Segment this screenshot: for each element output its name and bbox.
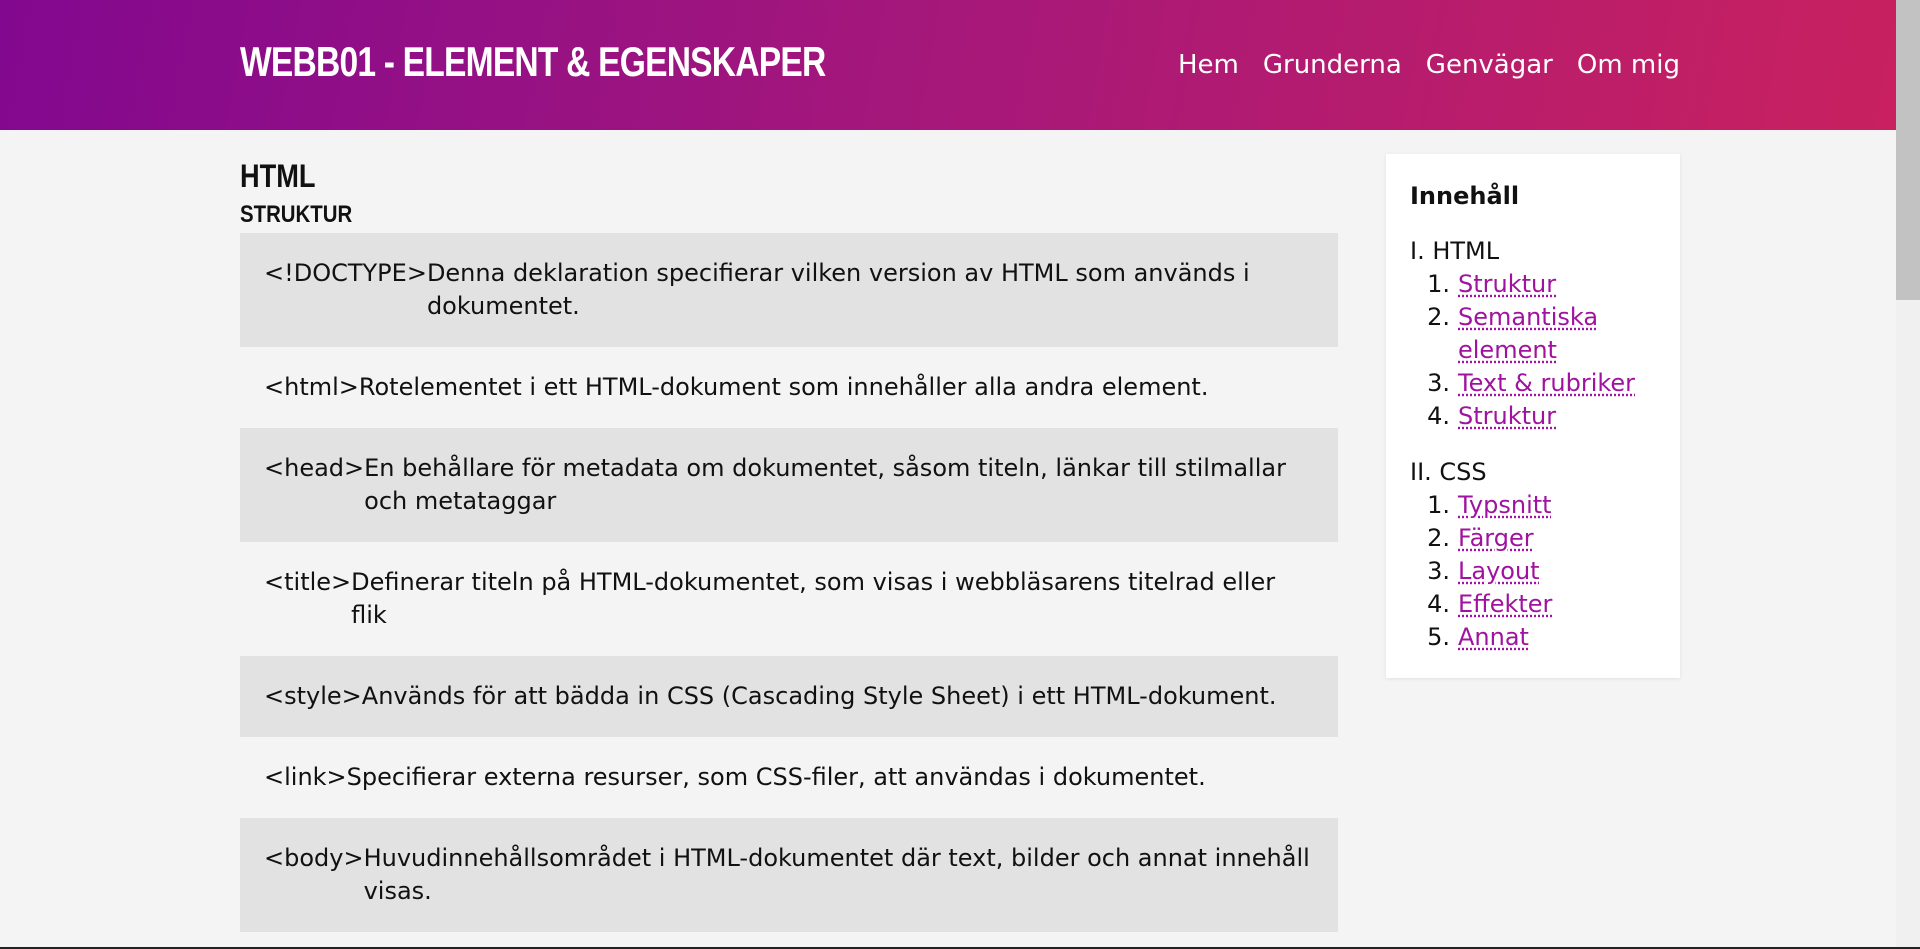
toc-item: 1. Typsnitt [1410,489,1656,522]
toc-link-struktur[interactable]: Struktur [1458,268,1556,301]
toc-item-number: 4. [1427,402,1450,430]
toc-item: 5. Annat [1410,621,1656,654]
nav-link-om-mig[interactable]: Om mig [1577,50,1680,80]
toc-item: 3. Layout [1410,555,1656,588]
element-tag: <style> [264,682,362,710]
element-description: Denna deklaration specifierar vilken ver… [426,259,1250,320]
toc-group-css: II. CSS 1. Typsnitt 2. Färger 3. Layout 4. E… [1410,456,1656,654]
main-nav: Hem Grunderna Genvägar Om mig [1178,50,1680,80]
toc-item: 3. Text & rubriker [1410,367,1656,400]
element-tag: <head> [264,454,365,482]
toc-link-text-rubriker[interactable]: Text & rubriker [1458,367,1635,400]
toc-title: Innehåll [1410,182,1520,210]
toc-link-semantiska-element[interactable]: Semantiska element [1458,301,1656,367]
toc-link-struktur-2[interactable]: Struktur [1458,400,1556,433]
element-description: Rotelementet i ett HTML-dokument som inn… [358,373,1209,401]
toc-link-layout[interactable]: Layout [1458,555,1540,588]
nav-link-grunderna[interactable]: Grunderna [1263,50,1402,80]
toc-item-number: 1. [1427,270,1450,298]
table-of-contents: Innehåll I. HTML 1. Struktur 2. Semantiska… [1386,154,1680,678]
sub-heading: STRUKTUR [240,201,353,228]
toc-items: 1. Typsnitt 2. Färger 3. Layout 4. Effekter … [1410,489,1656,654]
site-header: WEBB01 - ELEMENT & EGENSKAPER Hem Grunde… [0,0,1920,130]
toc-group-label: I. HTML [1410,237,1500,265]
toc-link-effekter[interactable]: Effekter [1458,588,1552,621]
element-tag: <title> [264,568,352,596]
toc-link-annat[interactable]: Annat [1458,621,1529,654]
toc-item: 4. Struktur [1410,400,1656,433]
element-description: Definerar titeln på HTML-dokumentet, som… [351,568,1276,629]
toc-items: 1. Struktur 2. Semantiska element 3. Text &… [1410,268,1656,433]
element-tag: <body> [264,844,364,872]
toc-item: 4. Effekter [1410,588,1656,621]
toc-item-number: 2. [1427,303,1450,331]
element-description: En behållare för metadata om dokumentet,… [364,454,1286,515]
scrollbar-thumb[interactable] [1896,0,1920,300]
element-description: Huvudinnehållsområdet i HTML-dokumentet … [363,844,1310,905]
toc-item-number: 2. [1427,524,1450,552]
element-row-style: <style> Används för att bädda in CSS (Ca… [240,656,1338,737]
toc-item-number: 3. [1427,557,1450,585]
element-row-head: <head> En behållare för metadata om doku… [240,428,1338,542]
main-content: HTML STRUKTUR <!DOCTYPE> Denna deklarati… [240,130,1338,932]
element-description: Specifierar externa resurser, som CSS-fi… [346,763,1206,791]
section-heading: HTML [240,158,316,194]
toc-item: 2. Semantiska element [1410,301,1656,367]
toc-group-html: I. HTML 1. Struktur 2. Semantiska element … [1410,235,1656,433]
nav-link-genvagar[interactable]: Genvägar [1426,50,1553,80]
element-row-link: <link> Specifierar externa resurser, som… [240,737,1338,818]
toc-item-number: 1. [1427,491,1450,519]
nav-link-hem[interactable]: Hem [1178,50,1239,80]
element-row-body: <body> Huvudinnehållsområdet i HTML-doku… [240,818,1338,932]
element-tag: <link> [264,763,347,791]
element-row-doctype: <!DOCTYPE> Denna deklaration specifierar… [240,233,1338,347]
element-tag: <!DOCTYPE> [264,259,427,287]
toc-item-number: 4. [1427,590,1450,618]
toc-item-number: 5. [1427,623,1450,651]
element-row-html: <html> Rotelementet i ett HTML-dokument … [240,347,1338,428]
toc-group-label: II. CSS [1410,458,1487,486]
element-list: <!DOCTYPE> Denna deklaration specifierar… [240,233,1338,932]
toc-item-number: 3. [1427,369,1450,397]
element-row-title: <title> Definerar titeln på HTML-dokumen… [240,542,1338,656]
toc-item: 1. Struktur [1410,268,1656,301]
site-title: WEBB01 - ELEMENT & EGENSKAPER [240,38,826,85]
toc-item: 2. Färger [1410,522,1656,555]
element-tag: <html> [264,373,359,401]
element-description: Används för att bädda in CSS (Cascading … [361,682,1277,710]
toc-link-farger[interactable]: Färger [1458,522,1534,555]
toc-link-typsnitt[interactable]: Typsnitt [1458,489,1552,522]
